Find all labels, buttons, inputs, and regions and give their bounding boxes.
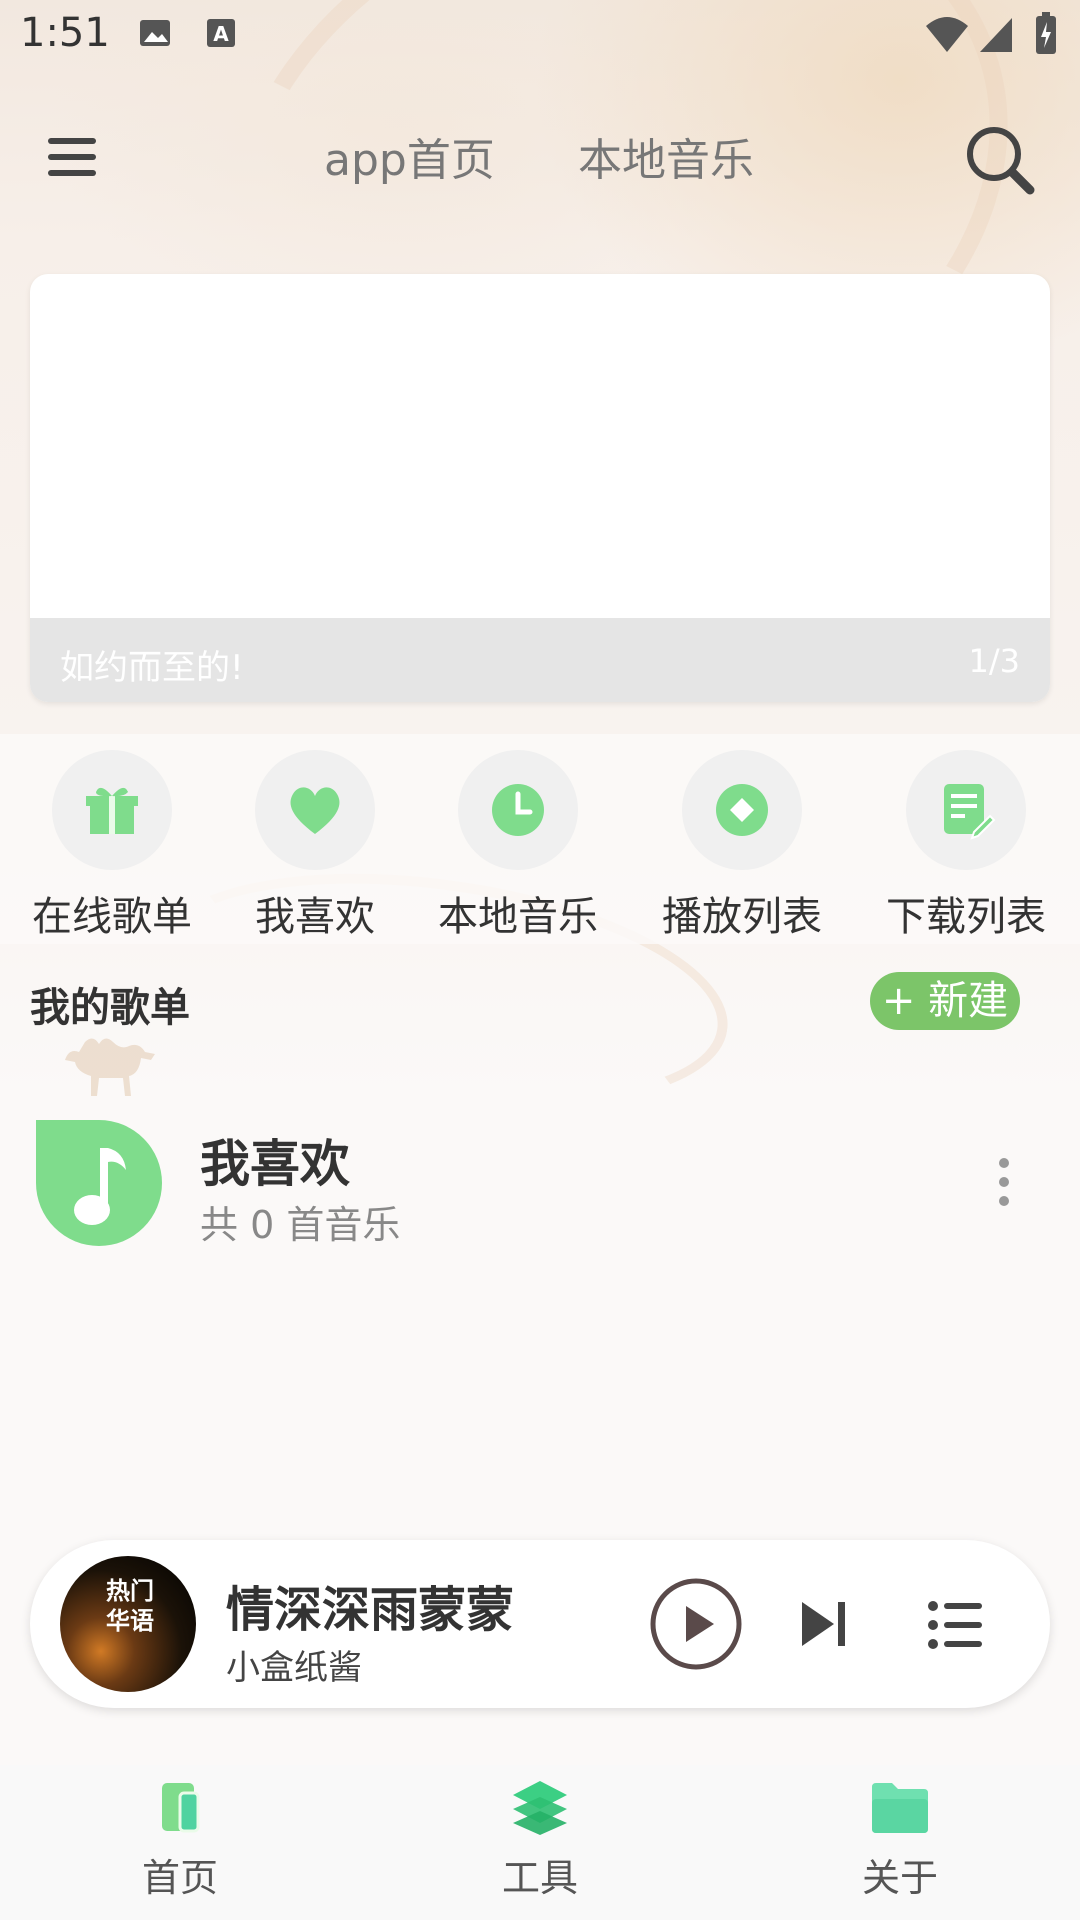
banner-caption-bar: 如约而至的! 1/3	[30, 618, 1050, 702]
playlist-queue-icon[interactable]	[928, 1600, 984, 1650]
battery-icon	[1036, 12, 1056, 54]
quick-entry-downloads[interactable]: 下载列表	[866, 750, 1066, 942]
quick-entry-label: 本地音乐	[438, 894, 598, 940]
nav-label: 工具	[501, 1856, 578, 1900]
play-icon[interactable]	[648, 1576, 744, 1672]
banner-indicator: 1/3	[968, 642, 1021, 680]
quick-entry-label: 在线歌单	[32, 894, 192, 940]
nav-label: 关于	[861, 1856, 938, 1900]
search-icon[interactable]	[964, 124, 1038, 198]
quick-entry-playlist[interactable]: 播放列表	[642, 750, 842, 942]
edit-note-icon	[944, 784, 996, 840]
menu-icon[interactable]	[48, 132, 98, 182]
new-playlist-button[interactable]: + 新建	[870, 972, 1020, 1030]
quick-entry-row: 在线歌单 我喜欢 本地音乐 播放列表 下载列表	[0, 734, 1080, 944]
wifi-icon	[926, 17, 968, 52]
signal-icon	[980, 18, 1012, 52]
clock-icon	[492, 784, 544, 836]
camel-decoration-icon	[65, 1038, 155, 1096]
bottom-navigation: 首页 工具 关于	[0, 1765, 1080, 1920]
more-options-icon[interactable]	[992, 1158, 1016, 1218]
top-app-bar: app首页 本地音乐	[0, 72, 1080, 242]
status-bar: 1:51 A	[0, 0, 1080, 72]
playlist-name: 我喜欢	[200, 1135, 350, 1193]
banner-caption: 如约而至的!	[60, 648, 244, 688]
playlist-row[interactable]: 我喜欢 共 0 首音乐	[0, 1110, 1080, 1250]
heart-icon	[290, 787, 340, 834]
nav-label: 首页	[141, 1856, 218, 1900]
gift-icon	[86, 787, 138, 834]
nav-tools[interactable]: 工具	[440, 1777, 640, 1902]
mini-player[interactable]: 热门 华语 情深深雨蒙蒙 小盒纸酱	[30, 1540, 1050, 1708]
quick-entry-online-playlists[interactable]: 在线歌单	[12, 750, 212, 942]
svg-text:A: A	[213, 22, 229, 46]
album-cover-text: 热门 华语	[106, 1577, 154, 1635]
quick-entry-label: 下载列表	[886, 894, 1046, 940]
album-cover[interactable]: 热门 华语	[60, 1556, 196, 1692]
music-note-icon	[36, 1120, 162, 1246]
nav-home[interactable]: 首页	[80, 1777, 280, 1902]
my-playlists-title: 我的歌单	[30, 985, 190, 1031]
quick-entry-label: 我喜欢	[255, 894, 375, 940]
image-icon	[140, 20, 170, 46]
playlist-count: 共 0 首音乐	[200, 1203, 401, 1247]
song-title: 情深深雨蒙蒙	[226, 1582, 515, 1638]
folder-icon	[872, 1783, 928, 1833]
home-book-icon	[162, 1783, 200, 1833]
nav-about[interactable]: 关于	[800, 1777, 1000, 1902]
quick-entry-label: 播放列表	[662, 894, 822, 940]
quick-entry-favorites[interactable]: 我喜欢	[215, 750, 415, 942]
diamond-icon	[716, 784, 768, 836]
layers-icon	[513, 1781, 567, 1835]
tab-local-music[interactable]: 本地音乐	[578, 124, 754, 188]
next-track-icon[interactable]	[796, 1598, 850, 1650]
status-time: 1:51	[20, 10, 110, 56]
song-artist: 小盒纸酱	[226, 1648, 362, 1688]
quick-entry-local-music[interactable]: 本地音乐	[418, 750, 618, 942]
font-icon: A	[207, 19, 235, 47]
tab-app-home[interactable]: app首页	[324, 124, 495, 188]
banner-carousel[interactable]: 如约而至的! 1/3	[30, 274, 1050, 702]
